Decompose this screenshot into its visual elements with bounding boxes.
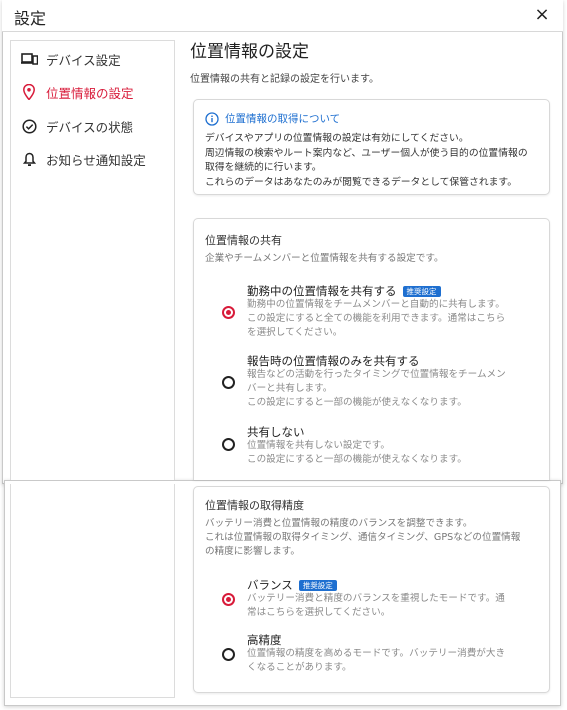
info-line: 取得を継続的に行います。: [205, 162, 322, 173]
option-label: バランス: [247, 578, 293, 592]
info-icon: [205, 111, 219, 126]
section-title: 位置情報の取得精度: [205, 499, 304, 512]
option-title: 共有しない: [247, 424, 305, 440]
info-heading-text: 位置情報の取得について: [225, 113, 341, 125]
option-title: 高精度: [247, 632, 282, 648]
option-description-line: バーと共有します。: [247, 383, 333, 394]
info-text: デバイスやアプリの位置情報の設定は有効にしてください。 周辺情報の検索やルート案…: [205, 132, 545, 190]
sidebar-item-device-status[interactable]: デバイスの状態: [11, 113, 174, 139]
page-description: 位置情報の共有と記録の設定を行います。: [190, 74, 379, 85]
option-description-line: この設定にすると一部の機能が使えなくなります。: [247, 454, 467, 465]
page-title: 位置情報の設定: [190, 42, 309, 62]
radio-button[interactable]: [222, 438, 235, 451]
option-title: 報告時の位置情報のみを共有する: [247, 353, 420, 369]
section-description-line: の精度に影響します。: [205, 546, 300, 557]
bell-icon: [20, 150, 38, 168]
info-heading: 位置情報の取得について: [205, 111, 340, 126]
section-description: 企業やチームメンバーと位置情報を共有する設定です。: [205, 253, 444, 264]
option-description-line: を選択してください。: [247, 327, 343, 338]
close-icon[interactable]: ×: [531, 4, 553, 26]
option-description: 報告などの活動を行ったタイミングで位置情報をチームメン バーと共有します。 この…: [247, 368, 537, 410]
option-description-line: くなることがあります。: [247, 662, 352, 673]
location-sharing-card: 位置情報の共有 企業やチームメンバーと位置情報を共有する設定です。 勤務中の位置…: [193, 218, 550, 480]
option-label: 勤務中の位置情報を共有する: [247, 284, 397, 298]
option-description: 位置情報の精度を高めるモードです。バッテリー消費が大き くなることがあります。: [247, 647, 537, 675]
section-title: 位置情報の共有: [205, 234, 282, 247]
option-label: 報告時の位置情報のみを共有する: [247, 354, 420, 368]
recommended-badge: 推奨設定: [298, 579, 337, 591]
info-card: 位置情報の取得について デバイスやアプリの位置情報の設定は有効にしてください。 …: [193, 99, 550, 195]
radio-button[interactable]: [222, 648, 235, 661]
option-description-line: バッテリー消費と精度のバランスを重視したモードです。通: [247, 593, 505, 604]
recommended-badge: 推奨設定: [402, 285, 441, 297]
section-description-line: これは位置情報の取得タイミング、通信タイミング、GPSなどの位置情報: [205, 532, 521, 543]
radio-button[interactable]: [222, 376, 235, 389]
option-description-line: 位置情報を共有しない設定です。: [247, 440, 390, 451]
info-line: これらのデータはあなたのみが閲覧できるデータとして保管されます。: [205, 176, 518, 188]
location-accuracy-card: 位置情報の取得精度 バッテリー消費と位置情報の精度のバランスを調整できます。 こ…: [193, 486, 550, 693]
option-description: 位置情報を共有しない設定です。 この設定にすると一部の機能が使えなくなります。: [247, 439, 537, 467]
sidebar-item-label: 位置情報の設定: [46, 85, 134, 101]
dialog-title: 設定: [14, 9, 47, 28]
option-description-line: 常はこちらを選択してください。: [247, 607, 391, 618]
info-line: デバイスやアプリの位置情報の設定は有効にしてください。: [205, 133, 469, 144]
option-label: 高精度: [247, 633, 282, 647]
option-description-line: この設定にすると一部の機能が使えなくなります。: [247, 397, 467, 408]
info-line: 周辺情報の検索やルート案内など、ユーザー個人が使う目的の位置情報の: [205, 147, 528, 159]
sidebar-item-location-settings[interactable]: 位置情報の設定: [11, 79, 174, 105]
sidebar-item-label: お知らせ通知設定: [46, 152, 146, 168]
option-description-line: 報告などの活動を行ったタイミングで位置情報をチームメン: [247, 369, 506, 380]
sidebar: デバイス設定 位置情報の設定 デバイスの状態 お知らせ通知設定: [10, 40, 175, 480]
option-description: 勤務中の位置情報をチームメンバーと自動的に共有します。 この設定にすると全ての機…: [247, 298, 537, 340]
option-title: 勤務中の位置情報を共有する 推奨設定: [247, 283, 441, 299]
devices-icon: [20, 50, 38, 68]
section-description-line: バッテリー消費と位置情報の精度のバランスを調整できます。: [205, 518, 473, 529]
option-description-line: 勤務中の位置情報をチームメンバーと自動的に共有します。: [247, 299, 505, 310]
sidebar-continued: [10, 484, 175, 698]
sidebar-item-device-settings[interactable]: デバイス設定: [11, 46, 174, 72]
radio-button-selected[interactable]: [222, 306, 235, 319]
option-title: バランス 推奨設定: [247, 577, 337, 593]
sidebar-item-label: デバイス設定: [46, 52, 121, 68]
option-description-line: この設定にすると全ての機能を利用できます。通常はこちら: [247, 313, 506, 324]
sidebar-item-notification-settings[interactable]: お知らせ通知設定: [11, 146, 174, 172]
section-description: バッテリー消費と位置情報の精度のバランスを調整できます。 これは位置情報の取得タ…: [205, 517, 545, 559]
option-description: バッテリー消費と精度のバランスを重視したモードです。通 常はこちらを選択してくだ…: [247, 592, 537, 620]
option-label: 共有しない: [247, 425, 305, 439]
location-pin-icon: [20, 83, 38, 101]
option-description-line: 位置情報の精度を高めるモードです。バッテリー消費が大き: [247, 648, 506, 659]
sidebar-item-label: デバイスの状態: [46, 119, 134, 135]
radio-button-selected[interactable]: [222, 593, 235, 606]
dialog-titlebar: 設定 ×: [2, 0, 563, 32]
check-circle-icon: [20, 117, 38, 135]
